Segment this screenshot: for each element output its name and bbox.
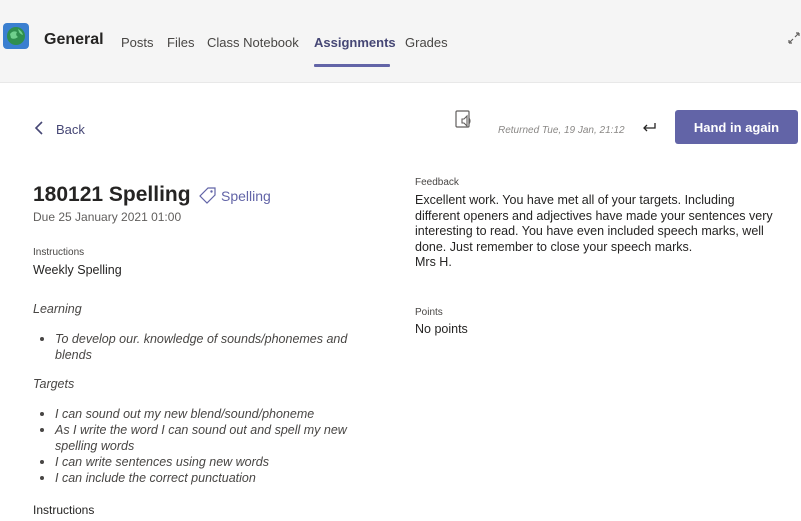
tab-files[interactable]: Files: [167, 35, 194, 50]
points-label: Points: [415, 307, 443, 318]
tab-class-notebook[interactable]: Class Notebook: [207, 35, 299, 50]
due-date: Due 25 January 2021 01:00: [33, 210, 182, 224]
learning-list: To develop our. knowledge of sounds/phon…: [33, 331, 403, 363]
immersive-reader-icon[interactable]: [454, 109, 476, 131]
list-item: I can include the correct punctuation: [33, 470, 403, 486]
list-item: To develop our. knowledge of sounds/phon…: [33, 331, 403, 363]
instructions-label-2: Instructions: [33, 503, 95, 517]
back-label: Back: [56, 122, 85, 137]
tab-posts[interactable]: Posts: [121, 35, 154, 50]
points-value: No points: [415, 322, 468, 336]
instructions-label: Instructions: [33, 247, 85, 258]
expand-icon[interactable]: [787, 31, 801, 45]
learning-heading: Learning: [33, 302, 82, 316]
list-item: I can write sentences using new words: [33, 454, 403, 470]
returned-status: Returned Tue, 19 Jan, 21:12: [498, 125, 625, 136]
tag-icon: [199, 186, 217, 204]
list-item: I can sound out my new blend/sound/phone…: [33, 406, 403, 422]
instructions-text: Weekly Spelling: [33, 263, 122, 277]
assignment-title: 180121 Spelling: [33, 183, 191, 206]
list-item: As I write the word I can sound out and …: [33, 422, 403, 454]
targets-heading: Targets: [33, 377, 75, 391]
active-tab-indicator: [314, 64, 390, 67]
targets-list: I can sound out my new blend/sound/phone…: [33, 406, 403, 486]
hand-in-again-button[interactable]: Hand in again: [675, 110, 798, 144]
tab-grades[interactable]: Grades: [405, 35, 448, 50]
team-logo-icon: [3, 23, 29, 49]
category-tag: Spelling: [221, 188, 271, 204]
chevron-left-icon: [34, 121, 43, 135]
tab-assignments[interactable]: Assignments: [314, 35, 396, 50]
top-bar: General Posts Files Class Notebook Assig…: [0, 0, 801, 83]
team-name: General: [44, 31, 104, 48]
return-arrow-icon: [641, 121, 657, 133]
feedback-label: Feedback: [415, 177, 459, 188]
feedback-text: Excellent work. You have met all of your…: [415, 193, 773, 269]
